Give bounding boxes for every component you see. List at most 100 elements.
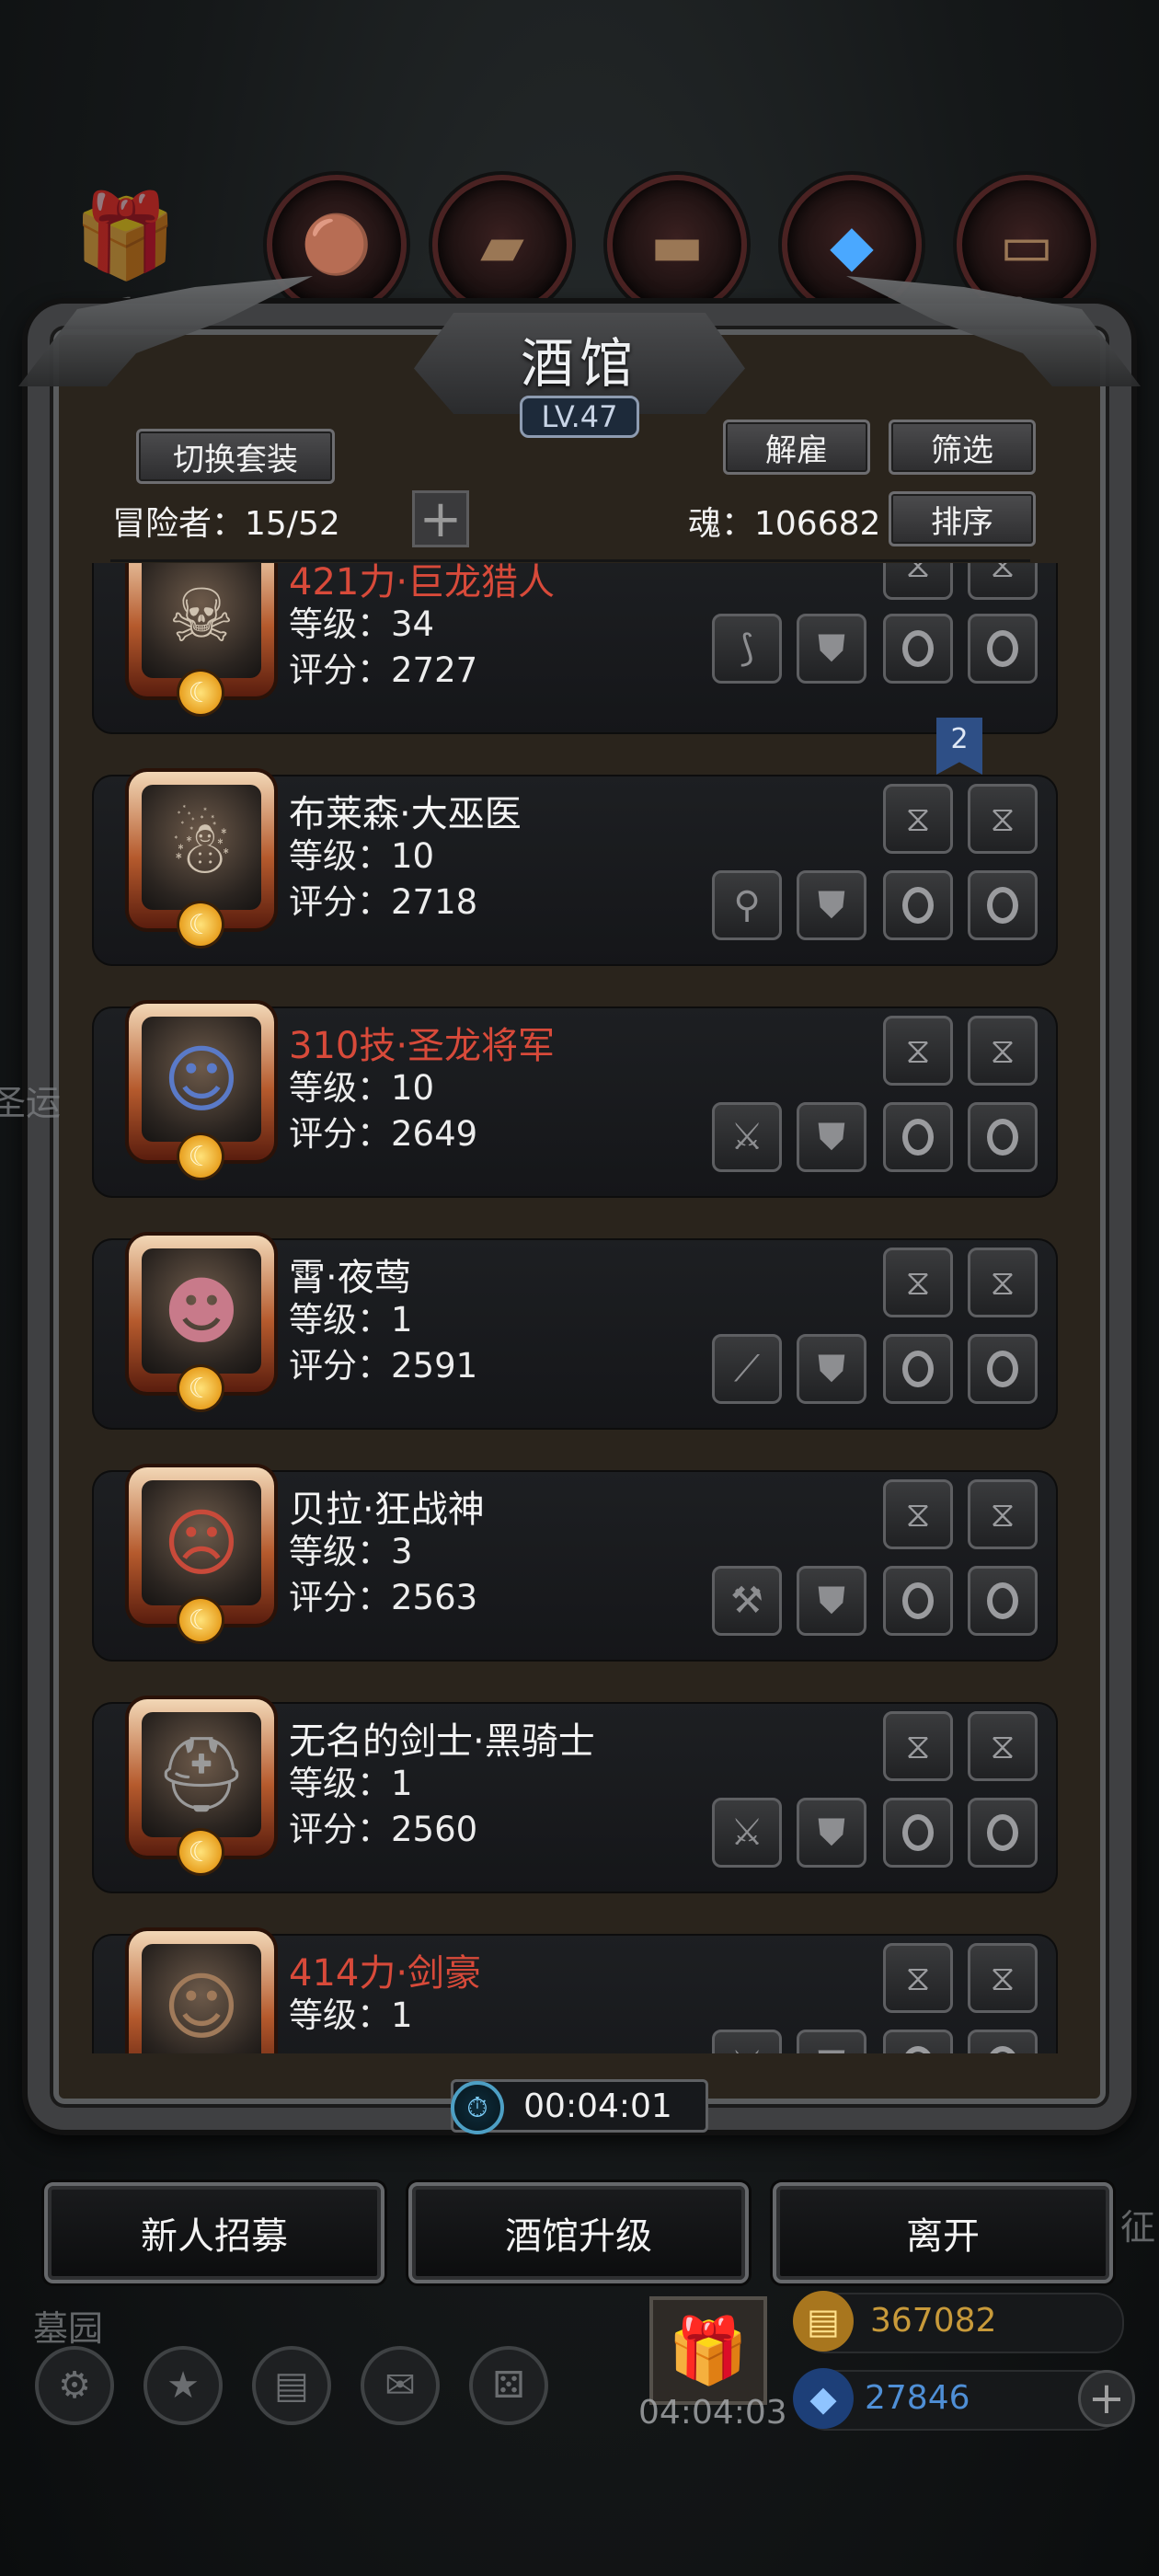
- hooded-hunter-portrait-icon: ☠: [142, 563, 261, 678]
- armor-slot-icon[interactable]: ⛊: [797, 870, 866, 940]
- ring-slot-icon[interactable]: [883, 1334, 953, 1404]
- nightingale-portrait-icon: ☻: [142, 1248, 261, 1374]
- resource-iron-icon[interactable]: ▬: [607, 175, 747, 315]
- ring-slot-icon[interactable]: [968, 1102, 1038, 1172]
- locked-slot-icon[interactable]: ⧖: [968, 784, 1038, 854]
- armor-slot-icon[interactable]: ⛊: [797, 614, 866, 684]
- hero-score: 评分：2727: [289, 650, 478, 690]
- star-badge-icon[interactable]: ★: [143, 2346, 223, 2425]
- hero-level: 等级：10: [289, 1068, 435, 1108]
- locked-slot-icon[interactable]: ⧖: [968, 1711, 1038, 1781]
- armor-slot-icon[interactable]: ⛊: [797, 1798, 866, 1868]
- locked-slot-icon[interactable]: ⧖: [968, 1016, 1038, 1086]
- curved-blade-weapon-icon[interactable]: ⟋: [712, 1334, 782, 1404]
- locked-slot-icon[interactable]: ⧖: [883, 1943, 953, 2013]
- hero-card[interactable]: ☠ ☾ 421力·巨龙猎人 等级：34 评分：2727 ⧖ ⧖ ⟆ ⛊: [92, 563, 1058, 734]
- dragon-general-portrait-icon: ☺: [142, 1017, 261, 1142]
- hero-level: 等级：1: [289, 1764, 413, 1803]
- mace-weapon-icon[interactable]: ⚲: [712, 870, 782, 940]
- locked-slot-icon[interactable]: ⧖: [883, 563, 953, 600]
- boomerang-weapon-icon[interactable]: ⟆: [712, 614, 782, 684]
- ring-slot-icon[interactable]: [883, 1798, 953, 1868]
- hero-score: 评分：2591: [289, 1346, 478, 1386]
- locked-slot-icon[interactable]: ⧖: [968, 1248, 1038, 1317]
- ring-slot-icon[interactable]: [968, 2030, 1038, 2053]
- axe-weapon-icon[interactable]: ⚒: [712, 1566, 782, 1636]
- ring-slot-icon[interactable]: [968, 1798, 1038, 1868]
- ring-slot-icon[interactable]: [968, 1334, 1038, 1404]
- hero-card[interactable]: ☃ ☾ 布莱森·大巫医 等级：10 评分：2718 ⧖ ⧖ ⚲ ⛊: [92, 772, 1058, 966]
- locked-slot-icon[interactable]: ⧖: [883, 1479, 953, 1549]
- crescent-moon-icon: ☾: [179, 672, 222, 714]
- recruit-button[interactable]: 新人招募: [44, 2182, 384, 2283]
- soul-counter: 魂：106682: [688, 505, 881, 543]
- armor-slot-icon[interactable]: ⛊: [797, 1334, 866, 1404]
- ring-slot-icon[interactable]: [883, 1566, 953, 1636]
- locked-slot-icon[interactable]: ⧖: [883, 784, 953, 854]
- add-slot-button[interactable]: +: [412, 489, 469, 549]
- settings-gear-icon[interactable]: ⚙: [35, 2346, 114, 2425]
- hero-card[interactable]: ☹ ☾ 贝拉·狂战神 等级：3 评分：2563 ⧖ ⧖ ⚒ ⛊: [92, 1467, 1058, 1662]
- sword-weapon-icon[interactable]: ⚔: [712, 1798, 782, 1868]
- switch-outfit-button[interactable]: 切换套装: [136, 429, 335, 484]
- graveyard-label[interactable]: 墓园: [33, 2300, 103, 2351]
- header-divider: [110, 559, 1030, 562]
- side-label-right: 征: [1120, 2207, 1156, 2248]
- page-title: 酒馆: [520, 332, 638, 395]
- sword-weapon-icon[interactable]: ⚔: [712, 2030, 782, 2053]
- hero-list[interactable]: ☠ ☾ 421力·巨龙猎人 等级：34 评分：2727 ⧖ ⧖ ⟆ ⛊ ☃ ☾ …: [92, 563, 1067, 2053]
- sword-weapon-icon[interactable]: ⚔: [712, 1102, 782, 1172]
- swordmaster-portrait-icon: ☺: [142, 1944, 261, 2053]
- hero-card[interactable]: ⛑ ☾ 无名的剑士·黑骑士 等级：1 评分：2560 ⧖ ⧖ ⚔ ⛊: [92, 1699, 1058, 1893]
- witch-doctor-portrait-icon: ☃: [142, 785, 261, 910]
- resource-wood-icon[interactable]: ▰: [432, 175, 572, 315]
- gold-coin-icon: ▤: [793, 2291, 854, 2352]
- ring-slot-icon[interactable]: [883, 2030, 953, 2053]
- hero-card[interactable]: ☺ 414力·剑豪 等级：1 ⧖ ⧖ ⚔ ⛊: [92, 1931, 1058, 2053]
- ring-slot-icon[interactable]: [883, 870, 953, 940]
- locked-slot-icon[interactable]: ⧖: [883, 1248, 953, 1317]
- black-knight-portrait-icon: ⛑: [142, 1712, 261, 1837]
- hero-card[interactable]: ☺ ☾ 310技·圣龙将军 等级：10 评分：2649 ⧖ ⧖ ⚔ ⛊: [92, 1004, 1058, 1198]
- resource-leather-icon[interactable]: 🟤: [267, 175, 407, 315]
- filter-button[interactable]: 筛选: [889, 420, 1036, 475]
- clock-icon: ⏱: [451, 2081, 504, 2134]
- armor-slot-icon[interactable]: ⛊: [797, 2030, 866, 2053]
- gem-icon: ◆: [793, 2368, 854, 2429]
- mail-icon[interactable]: ✉: [361, 2346, 440, 2425]
- crescent-moon-icon: ☾: [179, 1367, 222, 1409]
- locked-slot-icon[interactable]: ⧖: [883, 1016, 953, 1086]
- scroll-icon[interactable]: ▤: [252, 2346, 331, 2425]
- hero-level: 等级：34: [289, 604, 435, 644]
- dismiss-button[interactable]: 解雇: [723, 420, 870, 475]
- locked-slot-icon[interactable]: ⧖: [883, 1711, 953, 1781]
- gem-amount: 27846: [865, 2379, 970, 2417]
- armor-slot-icon[interactable]: ⛊: [797, 1102, 866, 1172]
- ring-slot-icon[interactable]: [883, 1102, 953, 1172]
- ring-slot-icon[interactable]: [883, 614, 953, 684]
- gift-box-icon[interactable]: 🎁: [649, 2296, 767, 2405]
- hero-level: 等级：3: [289, 1532, 413, 1571]
- upgrade-tavern-button[interactable]: 酒馆升级: [408, 2182, 749, 2283]
- locked-slot-icon[interactable]: ⧖: [968, 563, 1038, 600]
- armor-slot-icon[interactable]: ⛊: [797, 1566, 866, 1636]
- ring-slot-icon[interactable]: [968, 870, 1038, 940]
- ring-slot-icon[interactable]: [968, 1566, 1038, 1636]
- hero-score: 评分：2718: [289, 882, 478, 922]
- locked-slot-icon[interactable]: ⧖: [968, 1479, 1038, 1549]
- bookmark-tag: 2: [936, 718, 982, 775]
- gift-timer: 04:04:03: [638, 2394, 787, 2432]
- locked-slot-icon[interactable]: ⧖: [968, 1943, 1038, 2013]
- gold-amount: 367082: [870, 2302, 997, 2340]
- dice-icon[interactable]: ⚄: [469, 2346, 548, 2425]
- sort-button[interactable]: 排序: [889, 491, 1036, 546]
- ring-slot-icon[interactable]: [968, 614, 1038, 684]
- hero-level: 等级：1: [289, 1300, 413, 1340]
- add-currency-button[interactable]: +: [1078, 2370, 1135, 2427]
- hero-portrait[interactable]: ☺: [129, 1931, 274, 2053]
- hero-card[interactable]: ☻ ☾ 霄·夜莺 等级：1 评分：2591 ⧖ ⧖ ⟋ ⛊: [92, 1236, 1058, 1430]
- hero-score: 评分：2563: [289, 1578, 478, 1617]
- treasure-chest-icon[interactable]: 🎁: [33, 162, 217, 309]
- hero-level: 等级：1: [289, 1995, 413, 2035]
- leave-button[interactable]: 离开: [773, 2182, 1113, 2283]
